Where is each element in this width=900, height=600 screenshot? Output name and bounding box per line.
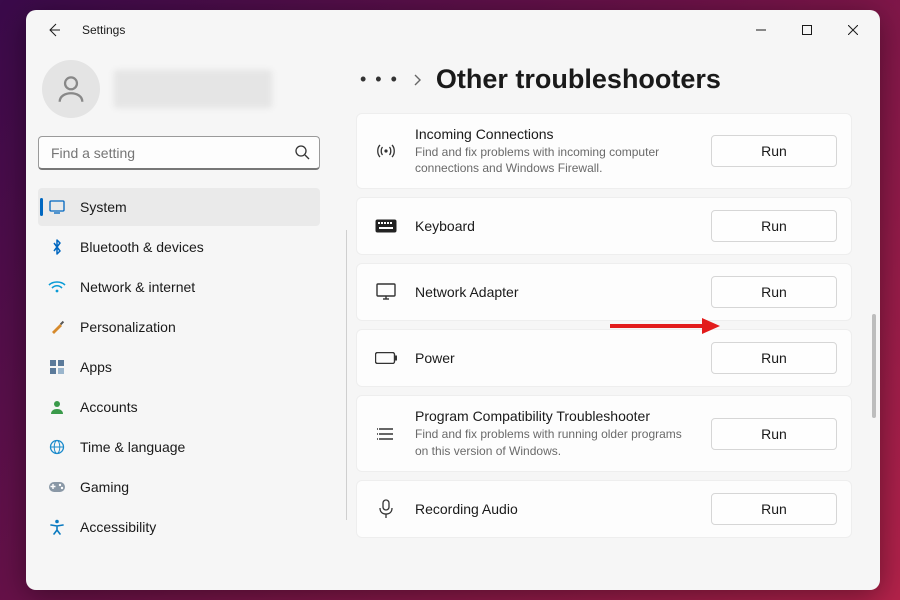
troubleshooter-compat: Program Compatibility Troubleshooter Find… (356, 395, 852, 471)
bluetooth-icon (48, 239, 66, 255)
sidebar-item-label: Accessibility (80, 519, 156, 535)
troubleshooter-title: Program Compatibility Troubleshooter (415, 408, 693, 424)
troubleshooter-desc: Find and fix problems with running older… (415, 426, 693, 458)
mic-icon (375, 499, 397, 519)
run-button[interactable]: Run (711, 342, 837, 374)
troubleshooter-title: Incoming Connections (415, 126, 693, 142)
list-icon (375, 426, 397, 442)
sidebar-item-system[interactable]: System (38, 188, 320, 226)
avatar (42, 60, 100, 118)
chevron-right-icon (413, 73, 422, 87)
titlebar: Settings (26, 10, 880, 50)
minimize-button[interactable] (738, 10, 784, 50)
troubleshooter-list: Incoming Connections Find and fix problem… (356, 113, 856, 538)
maximize-button[interactable] (784, 10, 830, 50)
sidebar-item-label: Bluetooth & devices (80, 239, 204, 255)
brush-icon (48, 319, 66, 335)
sidebar-item-label: Time & language (80, 439, 185, 455)
troubleshooter-text: Incoming Connections Find and fix problem… (415, 126, 693, 176)
keyboard-icon (375, 219, 397, 233)
apps-icon (48, 359, 66, 375)
troubleshooter-power: Power Run (356, 329, 852, 387)
sidebar-item-bluetooth[interactable]: Bluetooth & devices (38, 228, 320, 266)
run-button[interactable]: Run (711, 493, 837, 525)
sidebar-item-accessibility[interactable]: Accessibility (38, 508, 320, 546)
user-profile[interactable] (38, 56, 320, 136)
troubleshooter-title: Keyboard (415, 218, 693, 234)
troubleshooter-desc: Find and fix problems with incoming comp… (415, 144, 693, 176)
sidebar-item-label: Gaming (80, 479, 129, 495)
sidebar-item-network[interactable]: Network & internet (38, 268, 320, 306)
run-button[interactable]: Run (711, 418, 837, 450)
sidebar-item-time[interactable]: Time & language (38, 428, 320, 466)
back-button[interactable] (40, 16, 68, 44)
run-button[interactable]: Run (711, 210, 837, 242)
sidebar: System Bluetooth & devices Network & inter… (26, 50, 332, 590)
app-title: Settings (82, 23, 125, 37)
troubleshooter-keyboard: Keyboard Run (356, 197, 852, 255)
troubleshooter-text: Keyboard (415, 218, 693, 234)
sidebar-item-label: Personalization (80, 319, 176, 335)
antenna-icon (375, 141, 397, 161)
system-icon (48, 199, 66, 215)
troubleshooter-text: Network Adapter (415, 284, 693, 300)
nav-list: System Bluetooth & devices Network & inter… (38, 188, 320, 546)
breadcrumb-ellipsis[interactable]: • • • (360, 69, 399, 90)
battery-icon (375, 352, 397, 364)
troubleshooter-title: Recording Audio (415, 501, 693, 517)
run-button[interactable]: Run (711, 135, 837, 167)
troubleshooter-text: Power (415, 350, 693, 366)
user-name-redacted (114, 70, 272, 108)
search-input[interactable] (38, 136, 320, 170)
scrollbar-thumb[interactable] (872, 314, 876, 418)
sidebar-item-label: Accounts (80, 399, 138, 415)
window-controls (738, 10, 876, 50)
settings-window: Settings System Bluetooth & devices Networ… (26, 10, 880, 590)
sidebar-item-apps[interactable]: Apps (38, 348, 320, 386)
wifi-icon (48, 280, 66, 294)
close-button[interactable] (830, 10, 876, 50)
troubleshooter-text: Program Compatibility Troubleshooter Find… (415, 408, 693, 458)
troubleshooter-text: Recording Audio (415, 501, 693, 517)
content-pane: • • • Other troubleshooters Incoming Con… (332, 50, 880, 590)
monitor-icon (375, 283, 397, 301)
troubleshooter-recaudio: Recording Audio Run (356, 480, 852, 538)
troubleshooter-title: Network Adapter (415, 284, 693, 300)
sidebar-item-label: System (80, 199, 127, 215)
troubleshooter-title: Power (415, 350, 693, 366)
sidebar-item-accounts[interactable]: Accounts (38, 388, 320, 426)
breadcrumb: • • • Other troubleshooters (360, 64, 856, 95)
sidebar-item-label: Apps (80, 359, 112, 375)
sidebar-separator (346, 230, 347, 520)
sidebar-item-gaming[interactable]: Gaming (38, 468, 320, 506)
search-icon (294, 144, 310, 160)
troubleshooter-netadapter: Network Adapter Run (356, 263, 852, 321)
globe-icon (48, 439, 66, 455)
sidebar-item-personalization[interactable]: Personalization (38, 308, 320, 346)
run-button[interactable]: Run (711, 276, 837, 308)
gaming-icon (48, 481, 66, 493)
accessibility-icon (48, 519, 66, 535)
page-title: Other troubleshooters (436, 64, 721, 95)
sidebar-item-label: Network & internet (80, 279, 195, 295)
vertical-scrollbar[interactable] (872, 10, 876, 590)
account-icon (48, 399, 66, 415)
troubleshooter-incoming: Incoming Connections Find and fix problem… (356, 113, 852, 189)
